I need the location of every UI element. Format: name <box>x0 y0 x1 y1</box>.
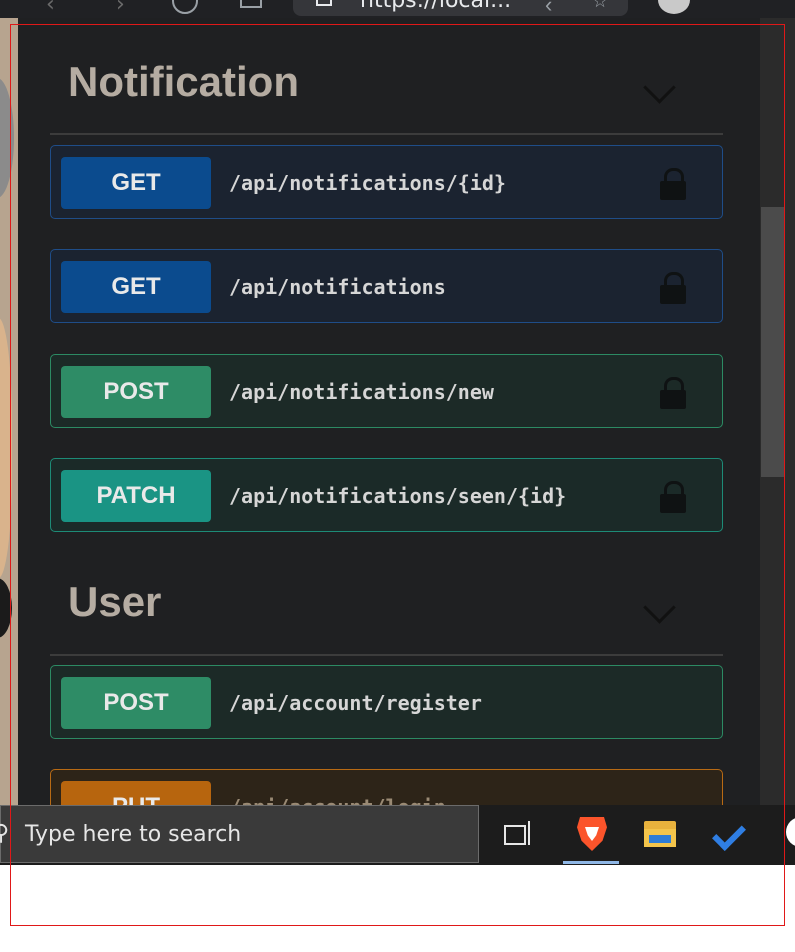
operation-path: /api/notifications/{id} <box>229 171 506 195</box>
site-info-icon[interactable] <box>316 0 332 6</box>
scrollbar-thumb[interactable] <box>761 207 785 477</box>
todo-app-icon[interactable] <box>712 817 748 851</box>
file-explorer-icon[interactable] <box>643 817 677 851</box>
operation-path: /api/notifications <box>229 275 446 299</box>
operation-put-account-login[interactable]: PUT /api/account/login <box>50 769 723 805</box>
active-app-indicator <box>563 861 619 864</box>
search-placeholder: Type here to search <box>25 822 242 847</box>
desktop-wallpaper <box>0 18 18 805</box>
add-favorite-icon[interactable]: ☆ <box>592 0 608 12</box>
operation-path: /api/notifications/seen/{id} <box>229 484 567 508</box>
operation-path: /api/notifications/new <box>229 380 494 404</box>
address-bar-text: https://local... <box>360 0 512 13</box>
brave-browser-icon[interactable] <box>575 817 609 851</box>
forward-arrow-icon[interactable]: › <box>116 0 125 17</box>
browser-toolbar: ‹ › https://local... ‹ ☆ <box>0 0 795 18</box>
task-view-icon[interactable] <box>502 817 536 851</box>
search-icon: ⚲ <box>0 820 10 845</box>
method-badge: POST <box>61 677 211 729</box>
taskbar-search-box[interactable]: ⚲ Type here to search <box>0 805 479 863</box>
method-badge: GET <box>61 261 211 313</box>
lock-icon[interactable] <box>660 377 686 409</box>
operation-get-notifications[interactable]: GET /api/notifications <box>50 249 723 323</box>
section-title: Notification <box>68 58 299 105</box>
method-badge: POST <box>61 366 211 418</box>
method-badge: GET <box>61 157 211 209</box>
section-divider <box>50 654 723 656</box>
swagger-content: Notification GET /api/notifications/{id}… <box>18 18 760 805</box>
pinned-app-icon[interactable] <box>786 817 795 847</box>
chevron-down-icon[interactable] <box>643 71 676 104</box>
chevron-down-icon[interactable] <box>643 591 676 624</box>
section-header-user[interactable]: User <box>50 578 723 638</box>
operation-path: /api/account/register <box>229 691 482 715</box>
lock-icon[interactable] <box>660 272 686 304</box>
apps-icon[interactable] <box>240 0 262 8</box>
operation-post-account-register[interactable]: POST /api/account/register <box>50 665 723 739</box>
section-header-notification[interactable]: Notification <box>50 58 723 118</box>
method-badge: PATCH <box>61 470 211 522</box>
reload-icon[interactable] <box>172 0 198 14</box>
operation-post-notification-new[interactable]: POST /api/notifications/new <box>50 354 723 428</box>
share-icon[interactable]: ‹ <box>545 0 552 18</box>
operation-path: /api/account/login <box>229 770 446 805</box>
section-divider <box>50 133 723 135</box>
method-badge: PUT <box>61 781 211 805</box>
windows-taskbar: ⚲ Type here to search <box>0 805 795 865</box>
operation-patch-notification-seen[interactable]: PATCH /api/notifications/seen/{id} <box>50 458 723 532</box>
profile-avatar[interactable] <box>658 0 690 14</box>
lock-icon[interactable] <box>660 481 686 513</box>
lock-icon[interactable] <box>660 168 686 200</box>
section-title: User <box>68 578 162 625</box>
operation-get-notification-by-id[interactable]: GET /api/notifications/{id} <box>50 145 723 219</box>
back-arrow-icon[interactable]: ‹ <box>46 0 55 17</box>
